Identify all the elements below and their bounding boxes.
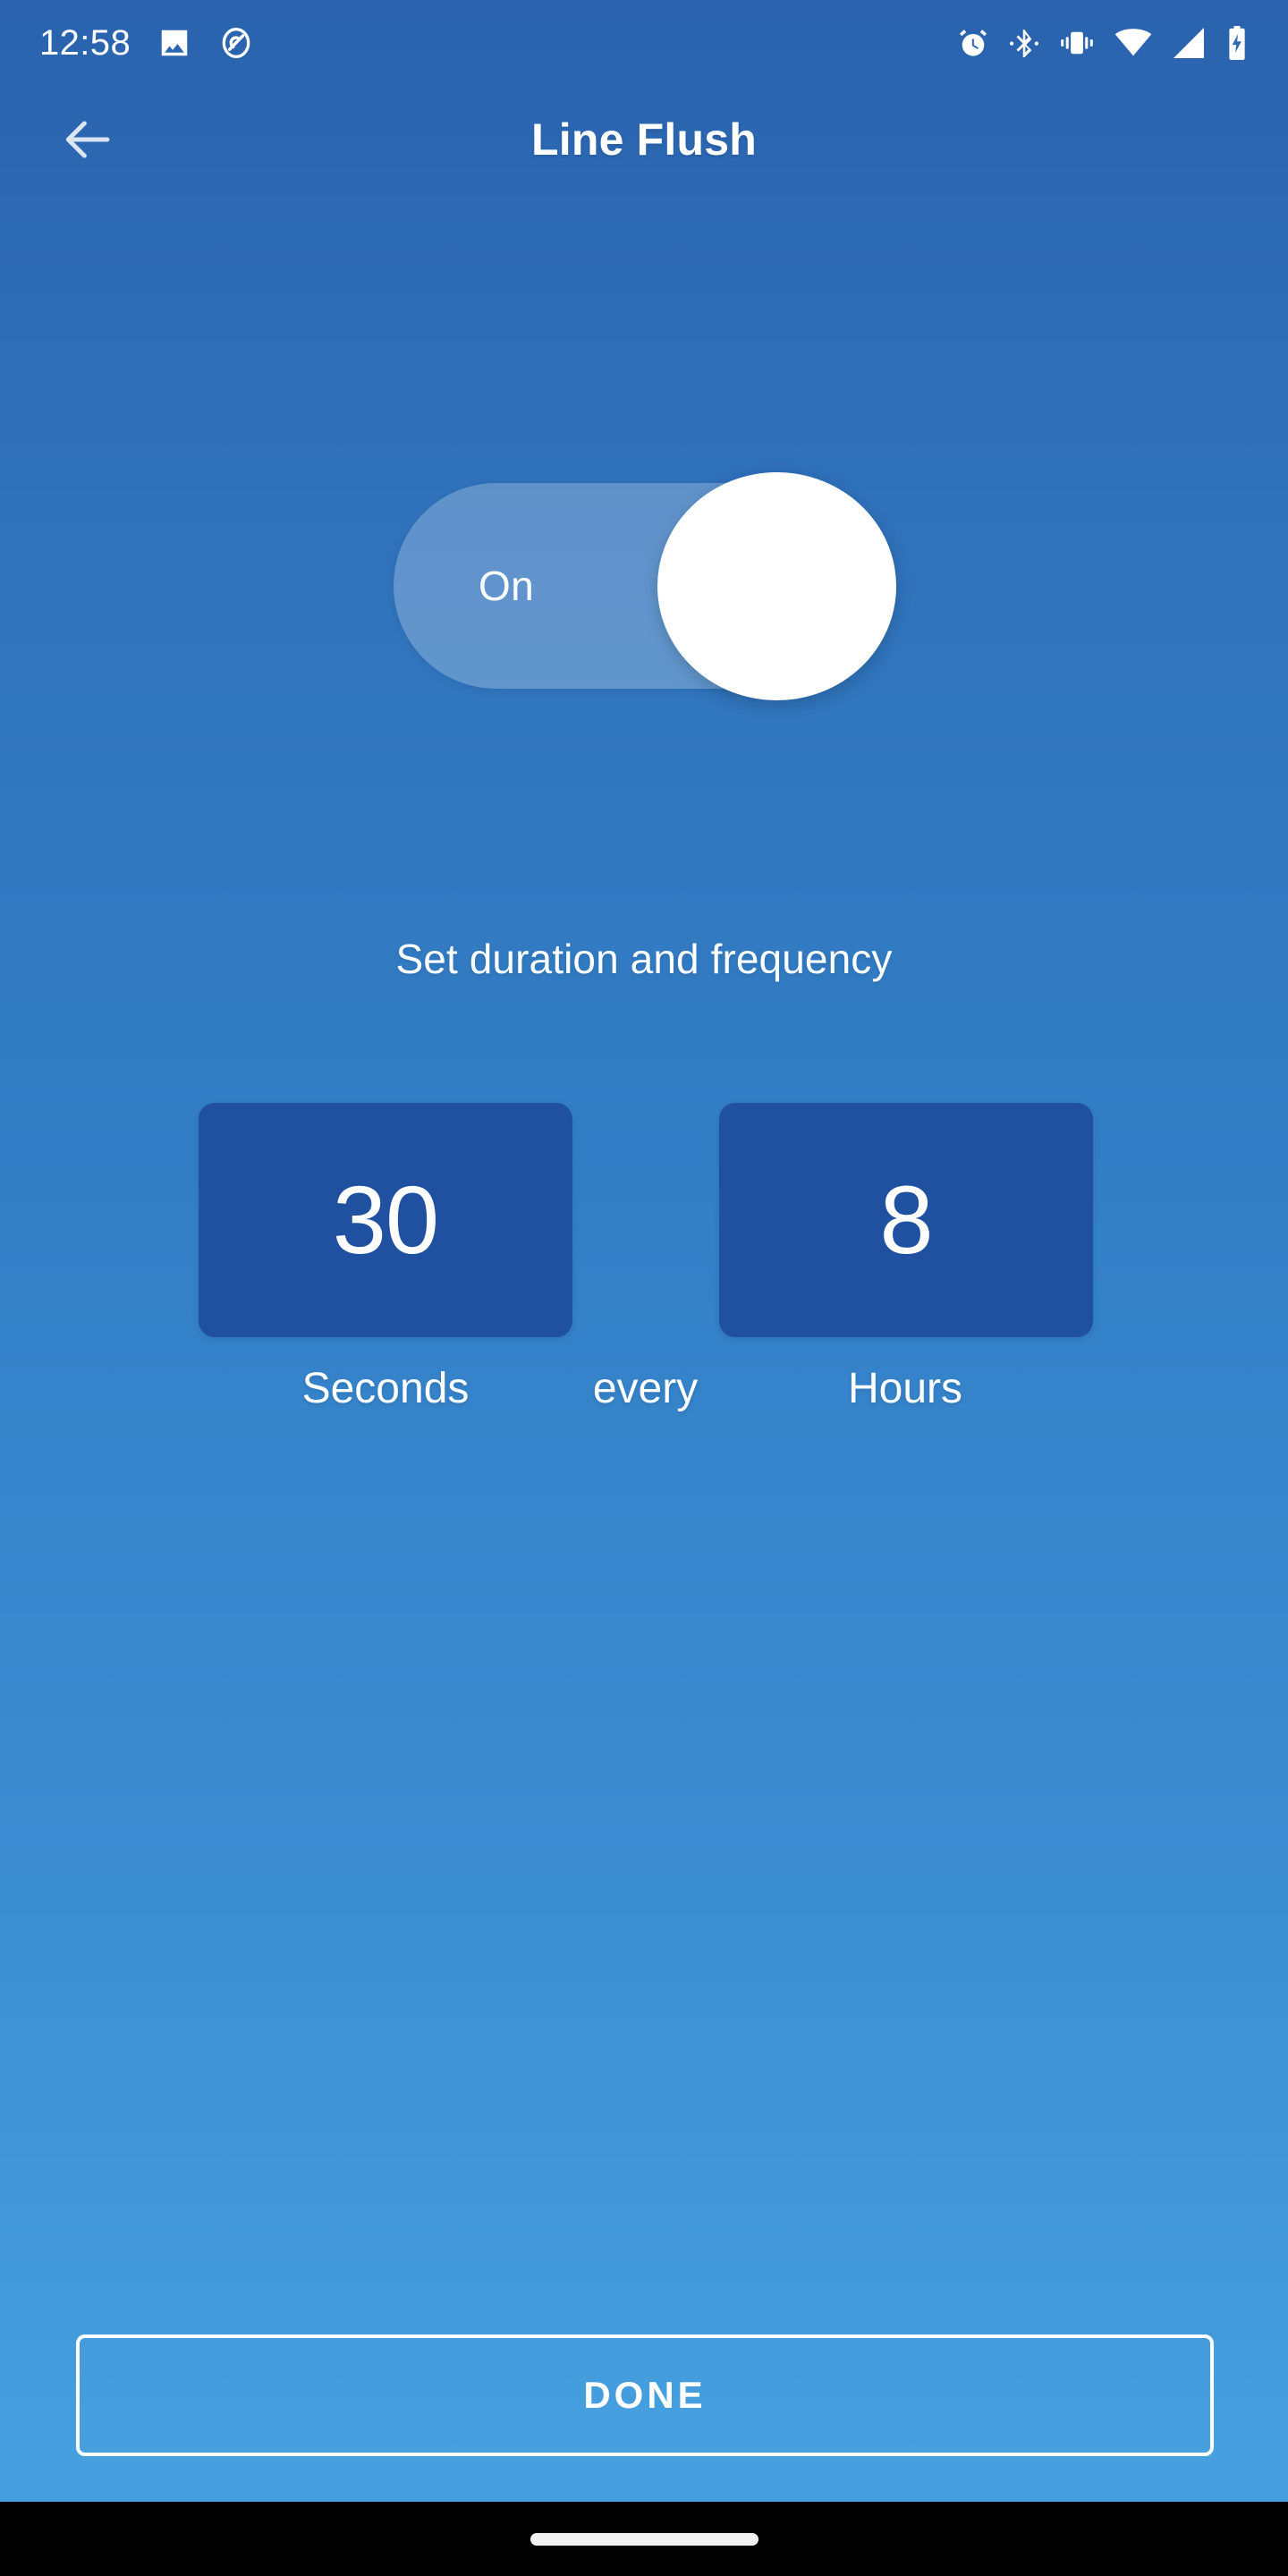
- toggle-thumb[interactable]: [657, 471, 896, 700]
- status-bar: 12:58: [0, 0, 1288, 86]
- system-navigation-bar: [0, 2502, 1288, 2576]
- duration-value: 30: [332, 1165, 439, 1274]
- bluetooth-icon: [1009, 27, 1039, 59]
- duration-unit-label: Seconds: [301, 1365, 470, 1412]
- unit-labels-row: Seconds every Hours: [0, 1364, 1288, 1436]
- screen-record-icon: [218, 25, 254, 61]
- toggle-state-label: On: [479, 562, 534, 609]
- frequency-value: 8: [879, 1165, 933, 1274]
- toggle-container: On: [0, 470, 1288, 702]
- wifi-icon: [1114, 28, 1152, 58]
- image-icon: [157, 26, 191, 60]
- duration-frequency-row: 30 8: [199, 1103, 1093, 1337]
- status-bar-clock: 12:58: [39, 23, 131, 63]
- status-bar-left: 12:58: [39, 25, 254, 61]
- connector-label: every: [592, 1365, 699, 1412]
- frequency-value-box[interactable]: 8: [719, 1103, 1093, 1337]
- battery-charging-icon: [1225, 26, 1249, 60]
- line-flush-screen: 12:58 Line Flush On Set duration and fre…: [0, 0, 1288, 2576]
- done-button[interactable]: DONE: [76, 2334, 1214, 2456]
- page-title: Line Flush: [531, 114, 757, 165]
- gesture-home-pill[interactable]: [530, 2532, 758, 2546]
- alarm-icon: [957, 27, 989, 59]
- cellular-signal-icon: [1172, 28, 1206, 58]
- status-bar-right: [957, 26, 1249, 60]
- duration-value-box[interactable]: 30: [199, 1103, 572, 1337]
- back-button[interactable]: [50, 102, 125, 177]
- line-flush-toggle[interactable]: On: [394, 471, 896, 700]
- app-bar: Line Flush: [0, 86, 1288, 193]
- frequency-unit-label: Hours: [847, 1365, 963, 1412]
- arrow-left-icon: [60, 112, 115, 167]
- settings-caption: Set duration and frequency: [395, 936, 893, 982]
- done-button-label: DONE: [583, 2374, 707, 2416]
- vibrate-icon: [1059, 28, 1095, 58]
